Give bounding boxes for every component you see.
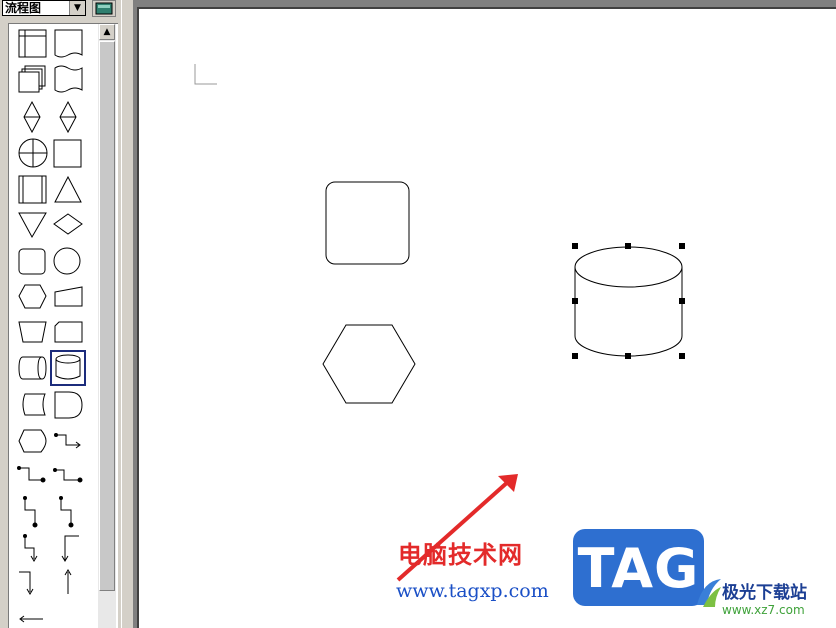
sort-shape-icon[interactable] bbox=[59, 100, 77, 134]
library-button[interactable] bbox=[92, 0, 116, 17]
magnetic-disk-shape-icon[interactable] bbox=[50, 350, 86, 386]
preparation-hexagon-shape-icon[interactable] bbox=[18, 284, 47, 309]
elbow-connector-icon[interactable] bbox=[23, 496, 38, 528]
shape-palette-icons bbox=[17, 29, 86, 623]
watermark-brand-url: www.xz7.com bbox=[722, 603, 805, 617]
extract-triangle-shape-icon[interactable] bbox=[54, 175, 82, 203]
chevron-down-icon[interactable]: ▼ bbox=[69, 1, 85, 15]
document-shape-icon[interactable] bbox=[54, 29, 83, 58]
palette-scrollbar[interactable]: ▲ bbox=[98, 24, 116, 628]
elbow-connector-icon[interactable] bbox=[23, 534, 38, 562]
display-shape-icon[interactable] bbox=[18, 429, 47, 453]
shape-palette-panel: 流程图 ▼ ▲ bbox=[0, 0, 121, 628]
rounded-rect-shape-icon[interactable] bbox=[18, 248, 46, 275]
internal-storage-shape-icon[interactable] bbox=[18, 29, 47, 58]
multi-document-shape-icon[interactable] bbox=[18, 65, 46, 93]
summing-junction-shape-icon[interactable] bbox=[18, 138, 48, 168]
watermark-brand-name: 极光下载站 bbox=[722, 583, 807, 603]
punched-tape-shape-icon[interactable] bbox=[54, 65, 83, 93]
books-icon bbox=[95, 2, 113, 15]
aurora-logo-icon bbox=[697, 579, 721, 607]
arrow-left-connector-icon[interactable] bbox=[19, 615, 43, 623]
predefined-process-shape-icon[interactable] bbox=[18, 175, 47, 204]
connector-circle-shape-icon[interactable] bbox=[53, 247, 81, 275]
cylinder-shape[interactable] bbox=[574, 246, 683, 357]
stored-data-shape-icon[interactable] bbox=[22, 393, 46, 416]
elbow-connector-icon[interactable] bbox=[61, 535, 79, 562]
category-select-value: 流程图 bbox=[5, 1, 42, 15]
scrollbar-thumb[interactable] bbox=[99, 41, 115, 591]
decision-diamond-shape-icon[interactable] bbox=[53, 213, 83, 235]
rounded-rectangle-shape[interactable] bbox=[325, 181, 410, 265]
watermark-site-url: www.tagxp.com bbox=[396, 580, 549, 602]
triangle-up-icon[interactable]: ▲ bbox=[99, 24, 115, 40]
merge-triangle-shape-icon[interactable] bbox=[18, 212, 47, 239]
manual-operation-shape-icon[interactable] bbox=[18, 321, 47, 343]
direct-access-storage-shape-icon[interactable] bbox=[18, 356, 47, 380]
process-square-shape-icon[interactable] bbox=[53, 139, 82, 168]
elbow-connector-icon[interactable] bbox=[17, 466, 46, 483]
elbow-connector-icon[interactable] bbox=[19, 571, 34, 595]
hexagon-shape[interactable] bbox=[322, 324, 416, 404]
elbow-connector-icon[interactable] bbox=[53, 468, 83, 483]
delay-shape-icon[interactable] bbox=[54, 391, 83, 419]
selection-handles[interactable] bbox=[572, 243, 685, 359]
page-margin-corner-mark bbox=[194, 64, 217, 85]
manual-input-shape-icon[interactable] bbox=[54, 286, 83, 307]
elbow-connector-icon[interactable] bbox=[59, 496, 74, 528]
card-shape-icon[interactable] bbox=[54, 321, 83, 343]
collate-shape-icon[interactable] bbox=[23, 100, 41, 134]
elbow-connector-icon[interactable] bbox=[54, 433, 81, 449]
panel-splitter[interactable] bbox=[121, 0, 133, 628]
watermark-site-name: 电脑技术网 bbox=[398, 541, 523, 569]
watermark-logo-text: TAG bbox=[577, 537, 700, 600]
category-select[interactable]: 流程图 ▼ bbox=[2, 0, 86, 16]
elbow-connector-icon[interactable] bbox=[64, 569, 72, 594]
